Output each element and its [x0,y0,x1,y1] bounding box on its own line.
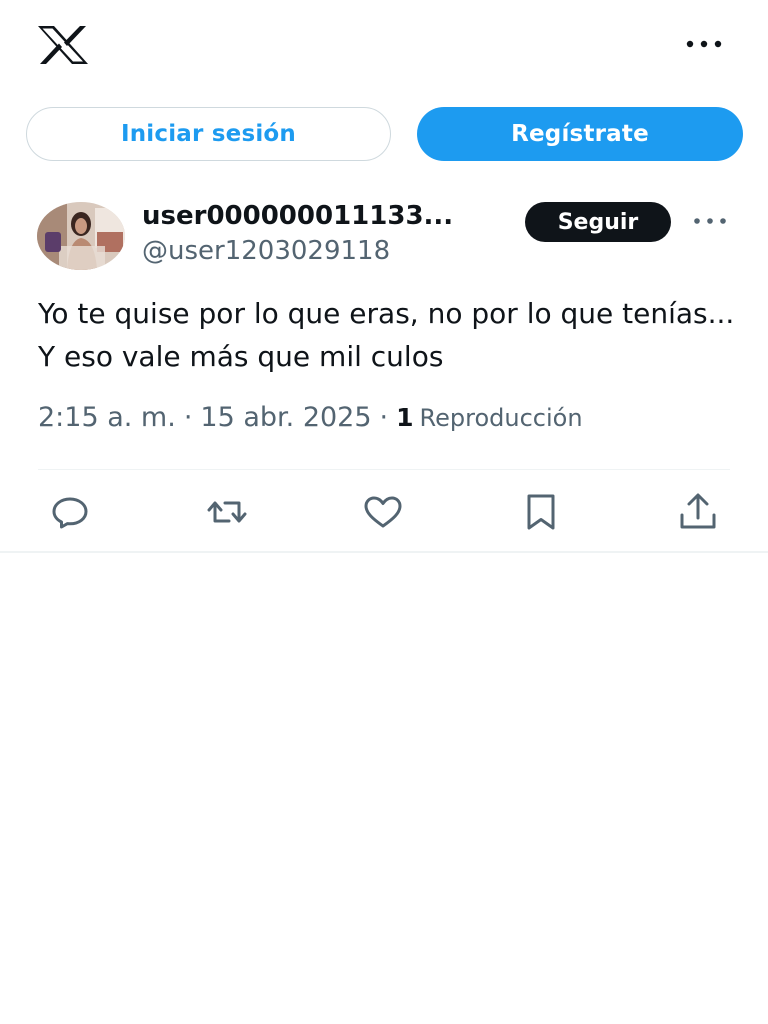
views-label: Reproducción [419,404,583,432]
repost-icon[interactable] [204,490,250,534]
login-button[interactable]: Iniciar sesión [26,107,391,161]
divider [0,551,768,553]
author-display-name[interactable]: user000000011133... [142,201,453,231]
top-bar [0,0,768,90]
reply-icon[interactable] [47,490,93,534]
post-date[interactable]: 15 abr. 2025 [200,402,371,433]
views-count: 1 [396,403,414,432]
post-more-icon[interactable] [688,206,734,236]
follow-button[interactable]: Seguir [525,202,671,242]
author-handle[interactable]: @user1203029118 [142,236,390,266]
more-horizontal-icon[interactable] [682,28,728,60]
divider [38,469,730,470]
post-meta: 2:15 a. m. · 15 abr. 2025 · 1 Reproducci… [38,402,583,433]
avatar[interactable] [37,202,125,270]
meta-separator: · [379,402,389,433]
meta-separator: · [183,402,193,433]
x-logo-icon[interactable] [36,24,90,66]
post-text: Yo te quise por lo que eras, no por lo q… [38,297,735,373]
heart-icon[interactable] [360,490,406,534]
share-icon[interactable] [675,490,721,534]
post-time[interactable]: 2:15 a. m. [38,402,176,433]
signup-button[interactable]: Regístrate [417,107,743,161]
bookmark-icon[interactable] [518,490,564,534]
